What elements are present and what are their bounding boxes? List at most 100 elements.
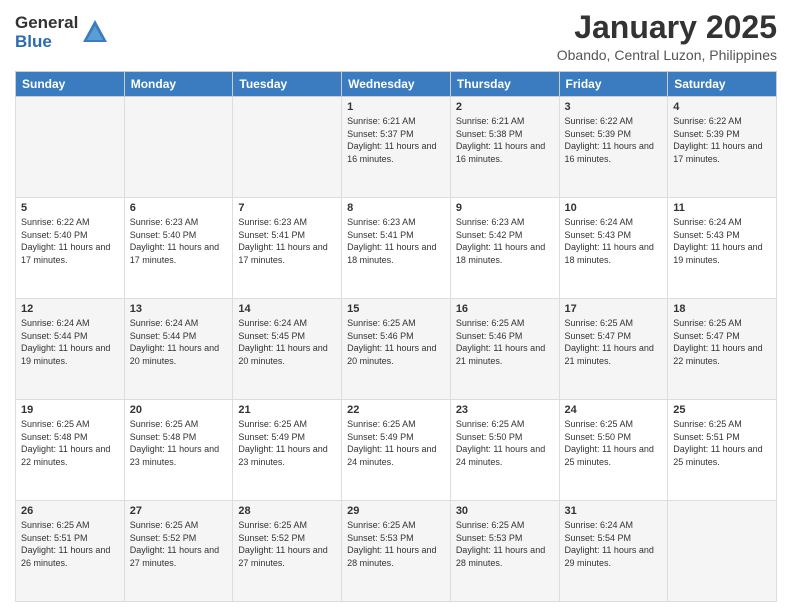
title-area: January 2025 Obando, Central Luzon, Phil… <box>557 10 777 63</box>
day-number: 1 <box>347 101 445 113</box>
day-number: 18 <box>673 303 771 315</box>
header: General Blue January 2025 Obando, Centra… <box>15 10 777 63</box>
day-number: 9 <box>456 202 554 214</box>
logo-general-text: General <box>15 14 78 33</box>
table-row <box>16 97 125 198</box>
day-info: Sunrise: 6:25 AMSunset: 5:48 PMDaylight:… <box>130 418 228 468</box>
day-info: Sunrise: 6:24 AMSunset: 5:44 PMDaylight:… <box>130 317 228 367</box>
logo-text: General Blue <box>15 14 78 51</box>
day-info: Sunrise: 6:24 AMSunset: 5:44 PMDaylight:… <box>21 317 119 367</box>
day-info: Sunrise: 6:25 AMSunset: 5:47 PMDaylight:… <box>673 317 771 367</box>
day-info: Sunrise: 6:23 AMSunset: 5:40 PMDaylight:… <box>130 216 228 266</box>
day-number: 3 <box>565 101 663 113</box>
day-info: Sunrise: 6:21 AMSunset: 5:37 PMDaylight:… <box>347 115 445 165</box>
table-row <box>124 97 233 198</box>
location-title: Obando, Central Luzon, Philippines <box>557 47 777 63</box>
day-number: 5 <box>21 202 119 214</box>
day-number: 14 <box>238 303 336 315</box>
day-info: Sunrise: 6:22 AMSunset: 5:40 PMDaylight:… <box>21 216 119 266</box>
day-number: 24 <box>565 404 663 416</box>
table-row: 26 Sunrise: 6:25 AMSunset: 5:51 PMDayligh… <box>16 501 125 602</box>
table-row: 30Sunrise: 6:25 AMSunset: 5:53 PMDayligh… <box>450 501 559 602</box>
day-number: 23 <box>456 404 554 416</box>
table-row: 11Sunrise: 6:24 AMSunset: 5:43 PMDayligh… <box>668 198 777 299</box>
logo-blue-text: Blue <box>15 33 78 52</box>
day-info: Sunrise: 6:25 AMSunset: 5:49 PMDaylight:… <box>238 418 336 468</box>
day-info: Sunrise: 6:24 AMSunset: 5:43 PMDaylight:… <box>673 216 771 266</box>
table-row: 21 Sunrise: 6:25 AMSunset: 5:49 PMDayligh… <box>233 400 342 501</box>
table-row: 14 Sunrise: 6:24 AMSunset: 5:45 PMDayligh… <box>233 299 342 400</box>
table-row: 19Sunrise: 6:25 AMSunset: 5:48 PMDayligh… <box>16 400 125 501</box>
day-info: Sunrise: 6:22 AMSunset: 5:39 PMDaylight:… <box>673 115 771 165</box>
table-row: 15 Sunrise: 6:25 AMSunset: 5:46 PMDayligh… <box>342 299 451 400</box>
page: General Blue January 2025 Obando, Centra… <box>0 0 792 612</box>
day-info: Sunrise: 6:25 AMSunset: 5:51 PMDaylight:… <box>673 418 771 468</box>
header-sunday: Sunday <box>16 72 125 97</box>
day-info: Sunrise: 6:25 AMSunset: 5:52 PMDaylight:… <box>130 519 228 569</box>
day-number: 15 <box>347 303 445 315</box>
calendar-week-row: 19 Sunrise: 6:25 AMSunset: 5:48 PMDayligh… <box>16 400 777 501</box>
header-tuesday: Tuesday <box>233 72 342 97</box>
table-row: 17 Sunrise: 6:25 AMSunset: 5:47 PMDayligh… <box>559 299 668 400</box>
calendar-header-row: Sunday Monday Tuesday Wednesday Thursday… <box>16 72 777 97</box>
calendar-week-row: 5 Sunrise: 6:22 AMSunset: 5:40 PMDaylight… <box>16 198 777 299</box>
day-info: Sunrise: 6:25 AMSunset: 5:47 PMDaylight:… <box>565 317 663 367</box>
header-wednesday: Wednesday <box>342 72 451 97</box>
day-info: Sunrise: 6:25 AMSunset: 5:49 PMDaylight:… <box>347 418 445 468</box>
table-row: 28Sunrise: 6:25 AMSunset: 5:52 PMDayligh… <box>233 501 342 602</box>
day-info: Sunrise: 6:23 AMSunset: 5:42 PMDaylight:… <box>456 216 554 266</box>
day-number: 28 <box>238 505 336 517</box>
day-info: Sunrise: 6:25 AMSunset: 5:46 PMDaylight:… <box>347 317 445 367</box>
day-info: Sunrise: 6:21 AMSunset: 5:38 PMDaylight:… <box>456 115 554 165</box>
table-row: 31 Sunrise: 6:24 AMSunset: 5:54 PMDayligh… <box>559 501 668 602</box>
day-info: Sunrise: 6:25 AMSunset: 5:53 PMDaylight:… <box>347 519 445 569</box>
day-number: 8 <box>347 202 445 214</box>
day-number: 6 <box>130 202 228 214</box>
table-row: 1 Sunrise: 6:21 AMSunset: 5:37 PMDaylight… <box>342 97 451 198</box>
day-info: Sunrise: 6:25 AMSunset: 5:50 PMDaylight:… <box>565 418 663 468</box>
day-number: 17 <box>565 303 663 315</box>
table-row: 7Sunrise: 6:23 AMSunset: 5:41 PMDaylight… <box>233 198 342 299</box>
day-number: 20 <box>130 404 228 416</box>
header-saturday: Saturday <box>668 72 777 97</box>
day-number: 4 <box>673 101 771 113</box>
day-number: 31 <box>565 505 663 517</box>
day-info: Sunrise: 6:25 AMSunset: 5:51 PMDaylight:… <box>21 519 119 569</box>
table-row: 2Sunrise: 6:21 AMSunset: 5:38 PMDaylight… <box>450 97 559 198</box>
table-row: 9 Sunrise: 6:23 AMSunset: 5:42 PMDaylight… <box>450 198 559 299</box>
day-number: 30 <box>456 505 554 517</box>
month-title: January 2025 <box>557 10 777 45</box>
header-thursday: Thursday <box>450 72 559 97</box>
day-number: 12 <box>21 303 119 315</box>
calendar-week-row: 12 Sunrise: 6:24 AMSunset: 5:44 PMDayligh… <box>16 299 777 400</box>
day-info: Sunrise: 6:24 AMSunset: 5:45 PMDaylight:… <box>238 317 336 367</box>
day-number: 22 <box>347 404 445 416</box>
day-info: Sunrise: 6:22 AMSunset: 5:39 PMDaylight:… <box>565 115 663 165</box>
day-info: Sunrise: 6:24 AMSunset: 5:43 PMDaylight:… <box>565 216 663 266</box>
table-row <box>668 501 777 602</box>
calendar-week-row: 1 Sunrise: 6:21 AMSunset: 5:37 PMDaylight… <box>16 97 777 198</box>
day-info: Sunrise: 6:24 AMSunset: 5:54 PMDaylight:… <box>565 519 663 569</box>
day-number: 21 <box>238 404 336 416</box>
day-number: 13 <box>130 303 228 315</box>
header-monday: Monday <box>124 72 233 97</box>
day-number: 16 <box>456 303 554 315</box>
table-row: 18 Sunrise: 6:25 AMSunset: 5:47 PMDayligh… <box>668 299 777 400</box>
day-info: Sunrise: 6:25 AMSunset: 5:46 PMDaylight:… <box>456 317 554 367</box>
day-info: Sunrise: 6:23 AMSunset: 5:41 PMDaylight:… <box>347 216 445 266</box>
table-row: 16 Sunrise: 6:25 AMSunset: 5:46 PMDayligh… <box>450 299 559 400</box>
calendar-table: Sunday Monday Tuesday Wednesday Thursday… <box>15 71 777 602</box>
day-number: 29 <box>347 505 445 517</box>
table-row <box>233 97 342 198</box>
table-row: 20 Sunrise: 6:25 AMSunset: 5:48 PMDayligh… <box>124 400 233 501</box>
table-row: 3 Sunrise: 6:22 AMSunset: 5:39 PMDaylight… <box>559 97 668 198</box>
table-row: 4 Sunrise: 6:22 AMSunset: 5:39 PMDaylight… <box>668 97 777 198</box>
table-row: 8 Sunrise: 6:23 AMSunset: 5:41 PMDaylight… <box>342 198 451 299</box>
day-number: 26 <box>21 505 119 517</box>
day-info: Sunrise: 6:23 AMSunset: 5:41 PMDaylight:… <box>238 216 336 266</box>
table-row: 10Sunrise: 6:24 AMSunset: 5:43 PMDayligh… <box>559 198 668 299</box>
table-row: 5 Sunrise: 6:22 AMSunset: 5:40 PMDaylight… <box>16 198 125 299</box>
day-number: 25 <box>673 404 771 416</box>
day-info: Sunrise: 6:25 AMSunset: 5:50 PMDaylight:… <box>456 418 554 468</box>
day-number: 19 <box>21 404 119 416</box>
